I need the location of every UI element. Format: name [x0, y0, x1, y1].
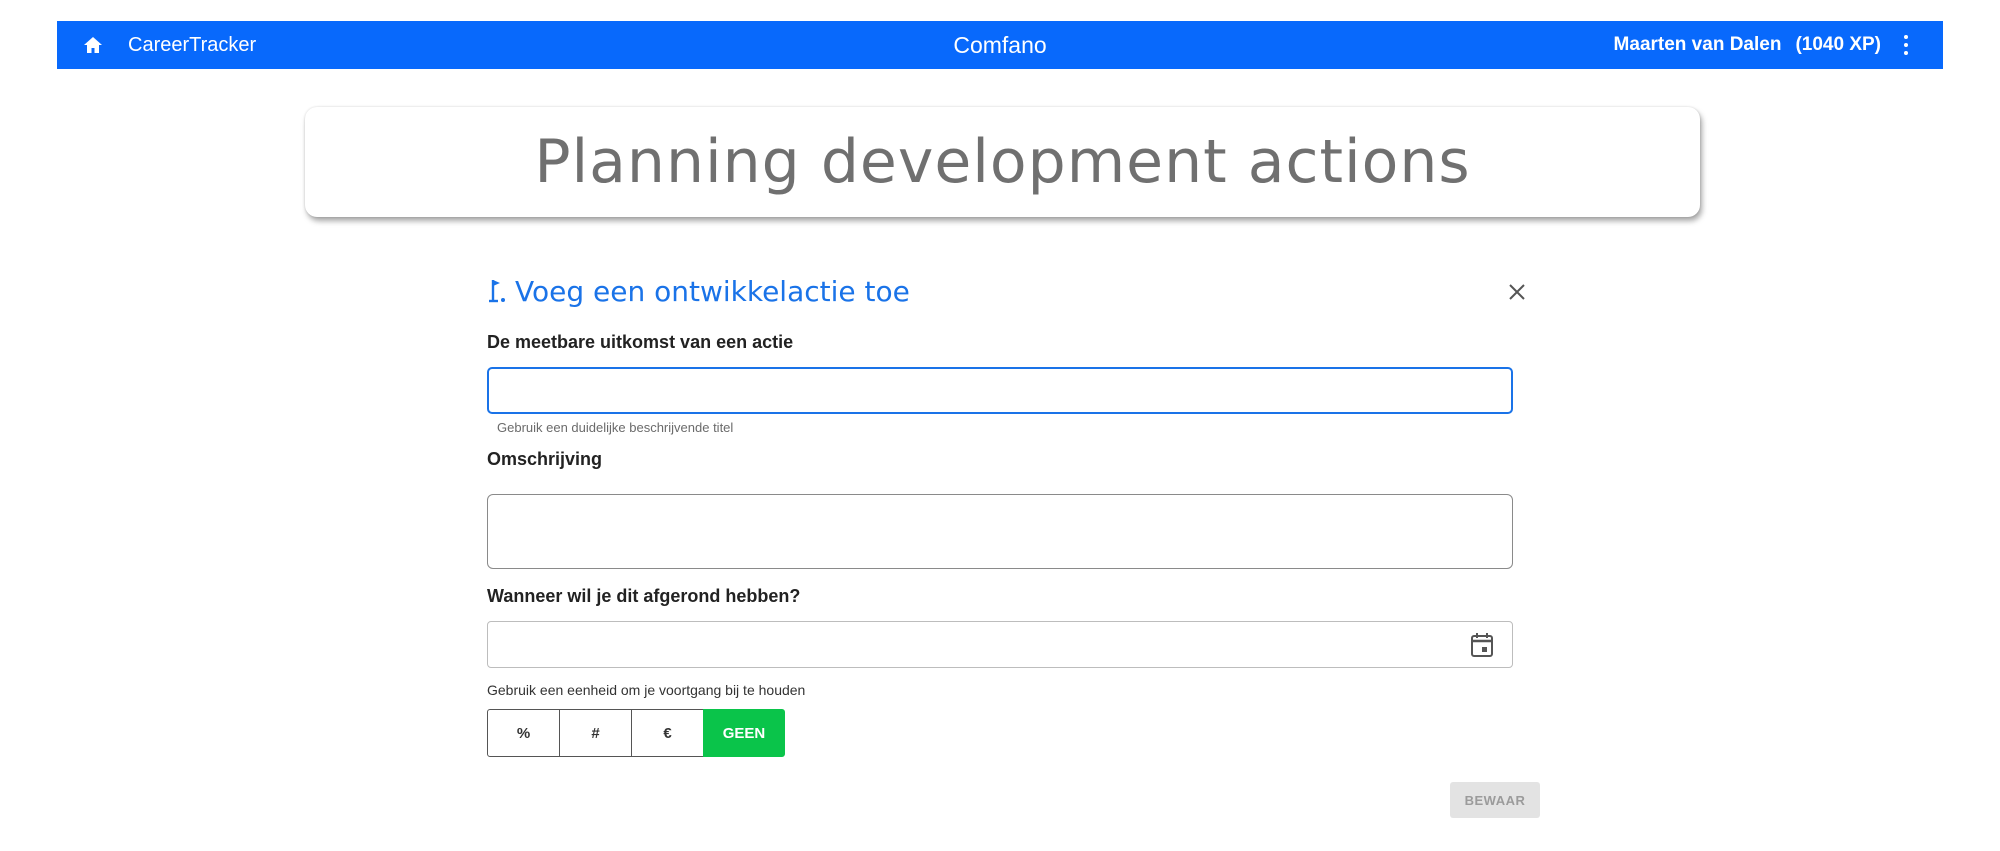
calendar-icon[interactable] [1470, 632, 1494, 658]
more-menu-button[interactable] [1899, 32, 1913, 58]
unit-percent-button[interactable]: % [487, 709, 560, 757]
unit-number-button[interactable]: # [559, 709, 632, 757]
unit-toggle-group: % # € GEEN [487, 709, 785, 757]
close-icon[interactable] [1505, 280, 1529, 304]
more-vert-icon-dot [1904, 43, 1908, 47]
unit-none-button[interactable]: GEEN [703, 709, 785, 757]
home-button[interactable] [81, 33, 105, 57]
outcome-hint: Gebruik een duidelijke beschrijvende tit… [497, 420, 734, 435]
home-icon [84, 37, 102, 53]
golf-flag-icon [489, 280, 505, 303]
form-title: Voeg een ontwikkelactie toe [515, 275, 910, 308]
description-label: Omschrijving [487, 449, 603, 469]
outcome-label: De meetbare uitkomst van een actie [487, 332, 794, 352]
description-textarea[interactable] [487, 494, 1513, 569]
save-button[interactable]: BEWAAR [1450, 782, 1540, 818]
outcome-input[interactable] [487, 367, 1513, 414]
deadline-date-field[interactable] [487, 621, 1513, 668]
top-navigation-bar: CareerTracker Comfano Maarten van Dalen(… [57, 21, 1943, 69]
page-title-card: Planning development actions [305, 107, 1700, 217]
form-header: Voeg een ontwikkelactie toe [487, 272, 1547, 312]
unit-hint: Gebruik een eenheid om je voortgang bij … [487, 682, 806, 698]
user-name: Maarten van Dalen [1613, 34, 1782, 55]
deadline-label: Wanneer wil je dit afgerond hebben? [487, 586, 801, 606]
user-xp: (1040 XP) [1795, 34, 1881, 55]
unit-euro-button[interactable]: € [631, 709, 704, 757]
deadline-input[interactable] [488, 622, 1448, 667]
user-info[interactable]: Maarten van Dalen (1040 XP) [1614, 33, 1881, 57]
more-vert-icon [1904, 35, 1908, 39]
more-vert-icon-dot [1904, 51, 1908, 55]
app-name-link[interactable]: CareerTracker [128, 33, 256, 57]
page-title: Planning development actions [534, 127, 1471, 197]
